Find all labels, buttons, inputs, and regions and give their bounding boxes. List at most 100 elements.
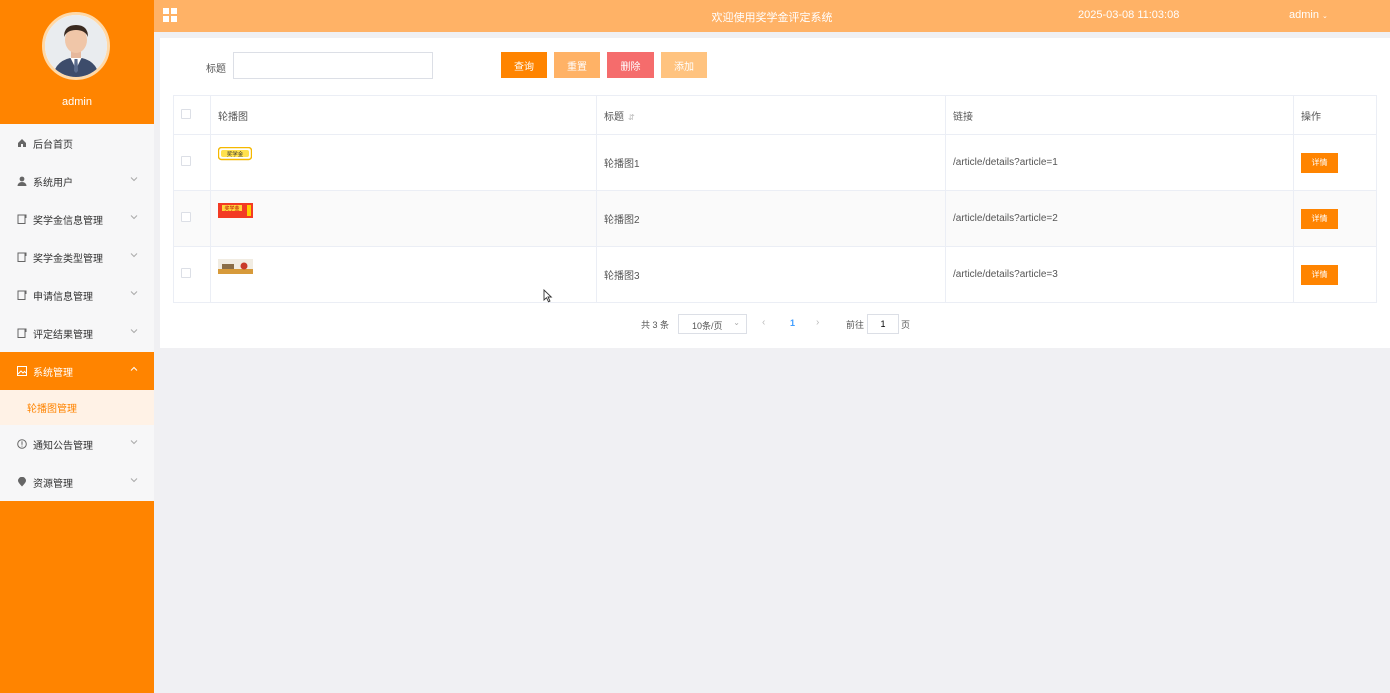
- sidebar-menu: 后台首页 系统用户 奖学金信息管理 奖学金类型管理 申请信息管理 评定结果管理 …: [0, 124, 154, 501]
- carousel-thumbnail[interactable]: 奖学金: [218, 202, 253, 218]
- picture-icon: [16, 366, 27, 377]
- column-header-actions: 操作: [1293, 95, 1377, 135]
- query-button[interactable]: 查询: [501, 52, 547, 78]
- sidebar-item-label: 系统管理: [33, 367, 73, 379]
- chevron-down-icon: ⌄: [733, 318, 740, 327]
- row-select-cell: [173, 190, 211, 247]
- chevron-up-icon: [130, 365, 140, 375]
- table-row: 奖学金 轮播图2 /article/details?article=2 详情: [173, 190, 1377, 247]
- title-cell: 轮播图2: [596, 190, 946, 247]
- table-header-row: 轮播图 标题 ⇵ 链接 操作: [173, 95, 1377, 135]
- next-page-icon[interactable]: ›: [816, 317, 819, 328]
- table-row: 轮播图3 /article/details?article=3 详情: [173, 246, 1377, 303]
- row-select-cell: [173, 246, 211, 303]
- link-cell: /article/details?article=2: [945, 190, 1294, 247]
- pagination-total: 共 3 条: [641, 320, 670, 330]
- avatar[interactable]: [42, 12, 110, 80]
- sidebar-item-scholarship-type[interactable]: 奖学金类型管理: [0, 238, 154, 276]
- document-icon: [16, 290, 27, 301]
- document-icon: [16, 252, 27, 263]
- select-all-checkbox[interactable]: [181, 108, 191, 119]
- row-checkbox[interactable]: [181, 268, 191, 278]
- page-size-value: 10条/页: [692, 321, 723, 331]
- chevron-down-icon: [130, 175, 140, 185]
- chevron-down-icon: [130, 289, 140, 299]
- chevron-down-icon: ⌄: [1322, 13, 1328, 20]
- profile-name: admin: [62, 96, 92, 108]
- chevron-down-icon: [130, 438, 140, 448]
- title-cell: 轮播图1: [596, 134, 946, 191]
- thumbnail-cell: 奖学金: [210, 134, 597, 191]
- sidebar-item-system-management[interactable]: 系统管理: [0, 352, 154, 390]
- carousel-table: 轮播图 标题 ⇵ 链接 操作 奖学金 轮播图1 /article/details…: [173, 95, 1377, 303]
- sidebar-item-label: 通知公告管理: [33, 440, 93, 452]
- pagination: 共 3 条 10条/页 ⌄ ‹ 1 › 前往 页: [160, 314, 1390, 334]
- mouse-cursor-icon: [543, 289, 553, 303]
- sidebar-item-label: 后台首页: [33, 139, 73, 151]
- select-all-cell: [173, 95, 211, 135]
- sidebar-item-evaluation-results[interactable]: 评定结果管理: [0, 314, 154, 352]
- sidebar-item-label: 评定结果管理: [33, 329, 93, 341]
- thumbnail-text: 奖学金: [224, 205, 239, 212]
- top-header: 欢迎使用奖学金评定系统 2025-03-08 11:03:08 admin ⌄: [154, 0, 1390, 32]
- prev-page-icon[interactable]: ‹: [762, 317, 765, 328]
- document-icon: [16, 328, 27, 339]
- link-cell: /article/details?article=1: [945, 134, 1294, 191]
- delete-button[interactable]: 删除: [607, 52, 654, 78]
- actions-cell: 详情: [1293, 246, 1377, 303]
- document-icon: [16, 214, 27, 225]
- sidebar-subitem-label: 轮播图管理: [27, 404, 77, 415]
- detail-button[interactable]: 详情: [1301, 208, 1338, 229]
- carousel-thumbnail[interactable]: 奖学金: [218, 146, 252, 161]
- title-cell: 轮播图3: [596, 246, 946, 303]
- table-row: 奖学金 轮播图1 /article/details?article=1 详情: [173, 134, 1377, 191]
- sidebar-item-application-info[interactable]: 申请信息管理: [0, 276, 154, 314]
- chevron-down-icon: [130, 327, 140, 337]
- sidebar-item-label: 申请信息管理: [33, 291, 93, 303]
- sidebar-item-scholarship-info[interactable]: 奖学金信息管理: [0, 200, 154, 238]
- page-size-select[interactable]: 10条/页 ⌄: [678, 314, 747, 334]
- actions-cell: 详情: [1293, 134, 1377, 191]
- chevron-down-icon: [130, 476, 140, 486]
- sidebar-subitem-carousel[interactable]: 轮播图管理: [0, 390, 154, 425]
- carousel-thumbnail[interactable]: [218, 258, 253, 274]
- reset-button[interactable]: 重置: [554, 52, 600, 78]
- info-icon: [16, 439, 27, 450]
- chevron-down-icon: [130, 213, 140, 223]
- link-cell: /article/details?article=3: [945, 246, 1294, 303]
- page-unit-label: 页: [901, 320, 911, 330]
- actions-cell: 详情: [1293, 190, 1377, 247]
- row-select-cell: [173, 134, 211, 191]
- home-icon: [16, 138, 27, 149]
- user-name: admin: [1289, 9, 1319, 21]
- column-header-link: 链接: [945, 95, 1294, 135]
- sidebar-item-home[interactable]: 后台首页: [0, 124, 154, 162]
- avatar-image: [45, 15, 107, 77]
- sort-icon[interactable]: ⇵: [628, 113, 635, 122]
- row-checkbox[interactable]: [181, 212, 191, 222]
- column-header-title[interactable]: 标题 ⇵: [596, 95, 946, 135]
- row-checkbox[interactable]: [181, 156, 191, 166]
- sidebar-item-label: 资源管理: [33, 478, 73, 490]
- goto-page-input[interactable]: [867, 314, 899, 334]
- page-number-current[interactable]: 1: [790, 318, 795, 328]
- sidebar-item-notices[interactable]: 通知公告管理: [0, 425, 154, 463]
- sidebar-item-label: 奖学金信息管理: [33, 215, 103, 227]
- thumbnail-cell: [210, 246, 597, 303]
- user-icon: [16, 176, 27, 187]
- main-panel: 标题 查询 重置 删除 添加 轮播图 标题 ⇵ 链接 操作 奖学金 轮播图1 /…: [160, 38, 1390, 348]
- sidebar-item-label: 系统用户: [33, 177, 73, 189]
- chevron-down-icon: [130, 251, 140, 261]
- sidebar-item-system-users[interactable]: 系统用户: [0, 162, 154, 200]
- title-search-input[interactable]: [233, 52, 433, 79]
- thumbnail-text: 奖学金: [227, 150, 244, 158]
- column-header-title-label: 标题: [604, 111, 624, 123]
- sidebar-item-resources[interactable]: 资源管理: [0, 463, 154, 501]
- column-header-image: 轮播图: [210, 95, 597, 135]
- add-button[interactable]: 添加: [661, 52, 707, 78]
- detail-button[interactable]: 详情: [1301, 152, 1338, 173]
- detail-button[interactable]: 详情: [1301, 264, 1338, 285]
- sidebar-item-label: 奖学金类型管理: [33, 253, 103, 265]
- user-menu[interactable]: admin ⌄: [1289, 9, 1328, 21]
- sidebar: admin 后台首页 系统用户 奖学金信息管理 奖学金类型管理 申请信息管理 评…: [0, 0, 154, 693]
